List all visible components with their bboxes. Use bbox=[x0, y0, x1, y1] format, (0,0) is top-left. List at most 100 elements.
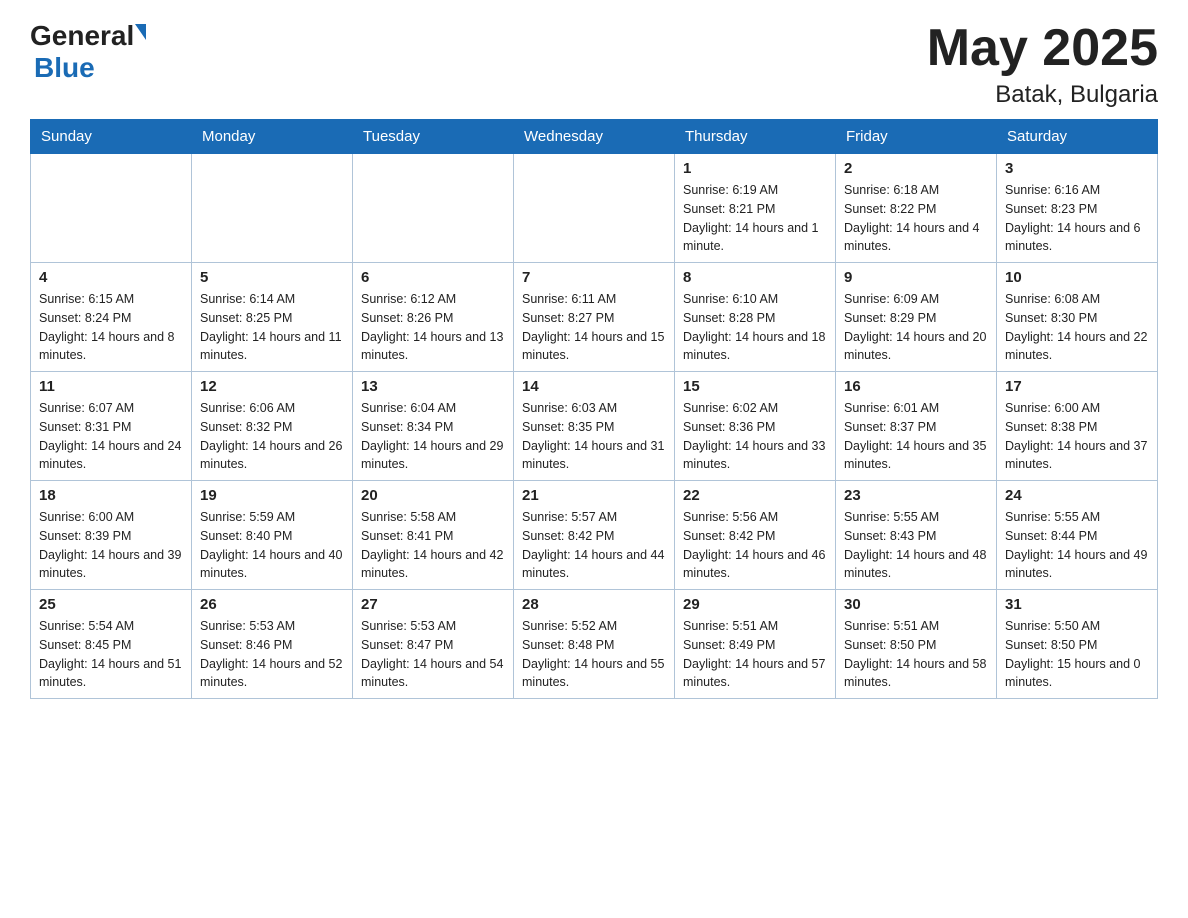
day-number: 15 bbox=[683, 378, 827, 395]
day-number: 30 bbox=[844, 596, 988, 613]
day-number: 6 bbox=[361, 269, 505, 286]
calendar-cell: 2Sunrise: 6:18 AMSunset: 8:22 PMDaylight… bbox=[836, 154, 997, 263]
calendar-cell: 10 Sunrise: 6:08 AMSunset: 8:30 PMDayligh… bbox=[997, 263, 1158, 372]
day-info: Sunrise: 5:51 AMSunset: 8:50 PMDaylight:… bbox=[844, 617, 988, 692]
day-number: 27 bbox=[361, 596, 505, 613]
day-number: 23 bbox=[844, 487, 988, 504]
day-info: Sunrise: 5:57 AMSunset: 8:42 PMDaylight:… bbox=[522, 508, 666, 583]
day-info: Sunrise: 6:08 AMSunset: 8:30 PMDaylight:… bbox=[1005, 290, 1149, 365]
day-number: 12 bbox=[200, 378, 344, 395]
calendar-table: SundayMondayTuesdayWednesdayThursdayFrid… bbox=[30, 119, 1158, 699]
day-number: 7 bbox=[522, 269, 666, 286]
calendar-cell: 28Sunrise: 5:52 AMSunset: 8:48 PMDayligh… bbox=[514, 590, 675, 699]
day-number: 18 bbox=[39, 487, 183, 504]
day-info: Sunrise: 6:19 AMSunset: 8:21 PMDaylight:… bbox=[683, 181, 827, 256]
day-info: Sunrise: 5:50 AMSunset: 8:50 PMDaylight:… bbox=[1005, 617, 1149, 692]
calendar-cell: 14 Sunrise: 6:03 AMSunset: 8:35 PMDayligh… bbox=[514, 372, 675, 481]
calendar-week-row: 25 Sunrise: 5:54 AMSunset: 8:45 PMDayligh… bbox=[31, 590, 1158, 699]
day-number: 3 bbox=[1005, 160, 1149, 177]
calendar-cell: 5 Sunrise: 6:14 AMSunset: 8:25 PMDaylight… bbox=[192, 263, 353, 372]
day-info: Sunrise: 5:52 AMSunset: 8:48 PMDaylight:… bbox=[522, 617, 666, 692]
calendar-header-thursday: Thursday bbox=[675, 120, 836, 154]
day-info: Sunrise: 6:11 AMSunset: 8:27 PMDaylight:… bbox=[522, 290, 666, 365]
calendar-cell: 4Sunrise: 6:15 AMSunset: 8:24 PMDaylight… bbox=[31, 263, 192, 372]
day-number: 21 bbox=[522, 487, 666, 504]
day-info: Sunrise: 6:06 AMSunset: 8:32 PMDaylight:… bbox=[200, 399, 344, 474]
day-info: Sunrise: 6:15 AMSunset: 8:24 PMDaylight:… bbox=[39, 290, 183, 365]
day-info: Sunrise: 5:51 AMSunset: 8:49 PMDaylight:… bbox=[683, 617, 827, 692]
day-number: 19 bbox=[200, 487, 344, 504]
calendar-cell: 24Sunrise: 5:55 AMSunset: 8:44 PMDayligh… bbox=[997, 481, 1158, 590]
calendar-cell: 20 Sunrise: 5:58 AMSunset: 8:41 PMDayligh… bbox=[353, 481, 514, 590]
calendar-cell: 22Sunrise: 5:56 AMSunset: 8:42 PMDayligh… bbox=[675, 481, 836, 590]
logo-blue-text: Blue bbox=[34, 52, 95, 83]
logo-triangle-icon bbox=[135, 24, 146, 40]
day-number: 13 bbox=[361, 378, 505, 395]
calendar-cell: 21 Sunrise: 5:57 AMSunset: 8:42 PMDayligh… bbox=[514, 481, 675, 590]
calendar-cell: 29 Sunrise: 5:51 AMSunset: 8:49 PMDayligh… bbox=[675, 590, 836, 699]
title-area: May 2025 Batak, Bulgaria bbox=[927, 20, 1158, 109]
calendar-cell: 31 Sunrise: 5:50 AMSunset: 8:50 PMDayligh… bbox=[997, 590, 1158, 699]
day-number: 8 bbox=[683, 269, 827, 286]
day-number: 1 bbox=[683, 160, 827, 177]
calendar-header-sunday: Sunday bbox=[31, 120, 192, 154]
calendar-week-row: 18 Sunrise: 6:00 AMSunset: 8:39 PMDayligh… bbox=[31, 481, 1158, 590]
calendar-cell: 18 Sunrise: 6:00 AMSunset: 8:39 PMDayligh… bbox=[31, 481, 192, 590]
calendar-week-row: 4Sunrise: 6:15 AMSunset: 8:24 PMDaylight… bbox=[31, 263, 1158, 372]
calendar-cell: 12 Sunrise: 6:06 AMSunset: 8:32 PMDayligh… bbox=[192, 372, 353, 481]
logo-area: General Blue bbox=[30, 20, 146, 84]
day-number: 17 bbox=[1005, 378, 1149, 395]
day-number: 31 bbox=[1005, 596, 1149, 613]
day-info: Sunrise: 6:00 AMSunset: 8:39 PMDaylight:… bbox=[39, 508, 183, 583]
day-info: Sunrise: 6:07 AMSunset: 8:31 PMDaylight:… bbox=[39, 399, 183, 474]
calendar-cell: 1 Sunrise: 6:19 AMSunset: 8:21 PMDaylight… bbox=[675, 154, 836, 263]
calendar-cell: 23 Sunrise: 5:55 AMSunset: 8:43 PMDayligh… bbox=[836, 481, 997, 590]
day-number: 20 bbox=[361, 487, 505, 504]
day-info: Sunrise: 6:12 AMSunset: 8:26 PMDaylight:… bbox=[361, 290, 505, 365]
day-number: 16 bbox=[844, 378, 988, 395]
calendar-cell: 27Sunrise: 5:53 AMSunset: 8:47 PMDayligh… bbox=[353, 590, 514, 699]
calendar-cell: 30 Sunrise: 5:51 AMSunset: 8:50 PMDayligh… bbox=[836, 590, 997, 699]
calendar-cell: 11 Sunrise: 6:07 AMSunset: 8:31 PMDayligh… bbox=[31, 372, 192, 481]
day-number: 25 bbox=[39, 596, 183, 613]
calendar-cell bbox=[31, 154, 192, 263]
calendar-header-wednesday: Wednesday bbox=[514, 120, 675, 154]
calendar-cell bbox=[514, 154, 675, 263]
calendar-cell: 17 Sunrise: 6:00 AMSunset: 8:38 PMDayligh… bbox=[997, 372, 1158, 481]
day-info: Sunrise: 6:00 AMSunset: 8:38 PMDaylight:… bbox=[1005, 399, 1149, 474]
logo-general-text: General bbox=[30, 20, 134, 52]
day-number: 5 bbox=[200, 269, 344, 286]
page-header: General Blue May 2025 Batak, Bulgaria bbox=[30, 20, 1158, 109]
day-info: Sunrise: 5:55 AMSunset: 8:43 PMDaylight:… bbox=[844, 508, 988, 583]
calendar-header-tuesday: Tuesday bbox=[353, 120, 514, 154]
day-number: 14 bbox=[522, 378, 666, 395]
calendar-cell: 3Sunrise: 6:16 AMSunset: 8:23 PMDaylight… bbox=[997, 154, 1158, 263]
day-number: 11 bbox=[39, 378, 183, 395]
day-info: Sunrise: 6:03 AMSunset: 8:35 PMDaylight:… bbox=[522, 399, 666, 474]
day-info: Sunrise: 6:18 AMSunset: 8:22 PMDaylight:… bbox=[844, 181, 988, 256]
calendar-header-monday: Monday bbox=[192, 120, 353, 154]
calendar-cell bbox=[192, 154, 353, 263]
calendar-cell: 8 Sunrise: 6:10 AMSunset: 8:28 PMDaylight… bbox=[675, 263, 836, 372]
day-info: Sunrise: 5:58 AMSunset: 8:41 PMDaylight:… bbox=[361, 508, 505, 583]
calendar-cell: 25 Sunrise: 5:54 AMSunset: 8:45 PMDayligh… bbox=[31, 590, 192, 699]
day-info: Sunrise: 5:59 AMSunset: 8:40 PMDaylight:… bbox=[200, 508, 344, 583]
day-number: 29 bbox=[683, 596, 827, 613]
day-info: Sunrise: 5:53 AMSunset: 8:46 PMDaylight:… bbox=[200, 617, 344, 692]
day-info: Sunrise: 6:01 AMSunset: 8:37 PMDaylight:… bbox=[844, 399, 988, 474]
day-info: Sunrise: 6:04 AMSunset: 8:34 PMDaylight:… bbox=[361, 399, 505, 474]
day-number: 10 bbox=[1005, 269, 1149, 286]
day-number: 24 bbox=[1005, 487, 1149, 504]
day-info: Sunrise: 5:54 AMSunset: 8:45 PMDaylight:… bbox=[39, 617, 183, 692]
calendar-cell: 6 Sunrise: 6:12 AMSunset: 8:26 PMDaylight… bbox=[353, 263, 514, 372]
calendar-header-row: SundayMondayTuesdayWednesdayThursdayFrid… bbox=[31, 120, 1158, 154]
calendar-week-row: 1 Sunrise: 6:19 AMSunset: 8:21 PMDaylight… bbox=[31, 154, 1158, 263]
calendar-cell bbox=[353, 154, 514, 263]
month-title: May 2025 bbox=[927, 20, 1158, 77]
day-info: Sunrise: 6:09 AMSunset: 8:29 PMDaylight:… bbox=[844, 290, 988, 365]
calendar-header-saturday: Saturday bbox=[997, 120, 1158, 154]
calendar-header-friday: Friday bbox=[836, 120, 997, 154]
day-info: Sunrise: 6:10 AMSunset: 8:28 PMDaylight:… bbox=[683, 290, 827, 365]
calendar-cell: 9Sunrise: 6:09 AMSunset: 8:29 PMDaylight… bbox=[836, 263, 997, 372]
day-info: Sunrise: 6:14 AMSunset: 8:25 PMDaylight:… bbox=[200, 290, 344, 365]
